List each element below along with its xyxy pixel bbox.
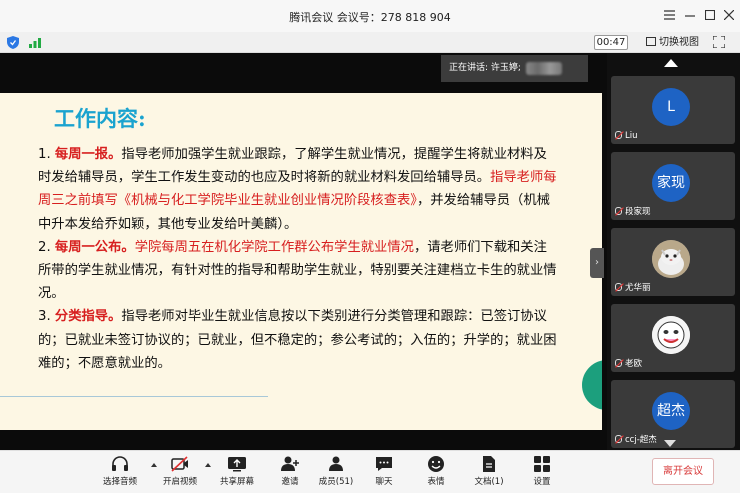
- add-user-icon: [281, 456, 299, 471]
- emoji-icon: [428, 456, 444, 472]
- mic-muted-icon: [615, 359, 622, 367]
- participant-name: 尤华丽: [625, 283, 651, 293]
- avatar: 家现: [652, 164, 690, 202]
- settings-button[interactable]: 设置: [528, 455, 556, 487]
- avatar: L: [652, 88, 690, 126]
- speaking-label: 正在讲话: 许玉婷;: [449, 63, 521, 73]
- shield-icon[interactable]: [7, 36, 19, 49]
- meeting-toolbar: 选择音频 开启视频 共享屏幕 邀请 成员(51) 聊天 表情 文档(1) 设置 …: [0, 450, 740, 493]
- mic-muted-icon: [615, 131, 622, 139]
- participant-tile[interactable]: 超杰 ccj-超杰: [611, 380, 735, 448]
- paragraph-heading: 每周一报。: [54, 147, 122, 162]
- scroll-up-icon[interactable]: [664, 59, 678, 67]
- maximize-button[interactable]: [700, 6, 720, 26]
- meeting-info-bar: 00:47 切换视图: [0, 32, 740, 53]
- window-title: 腾讯会议 会议号：278 818 904: [289, 11, 451, 24]
- chevron-right-icon: ›: [595, 257, 599, 268]
- mic-muted-icon: [615, 435, 622, 443]
- members-icon: [329, 456, 343, 471]
- scroll-down-icon[interactable]: [664, 440, 676, 447]
- emoji-button[interactable]: 表情: [422, 455, 450, 487]
- leave-meeting-button[interactable]: 离开会议: [652, 458, 714, 485]
- layout-icon: [646, 37, 656, 46]
- slide-paragraph-3: 3. 分类指导。指导老师对毕业生就业信息按以下类别进行分类管理和跟踪：已签订协议…: [38, 305, 558, 375]
- paragraph-highlight: 学院每周五在机化学院工作群公布学生就业情况: [134, 239, 414, 255]
- switch-view-label: 切换视图: [659, 37, 699, 48]
- speaking-indicator: 正在讲话: 许玉婷;: [441, 55, 588, 82]
- chat-icon: [376, 457, 392, 471]
- close-icon: [723, 9, 735, 21]
- paragraph-heading: 分类指导。: [54, 309, 122, 325]
- shared-screen: 正在讲话: 许玉婷; 工作内容: 1. 每周一报。指导老师加强学生就业跟踪，了解…: [0, 53, 607, 450]
- cartoon-face-icon: [652, 316, 690, 354]
- grid-settings-icon: [534, 456, 550, 472]
- emoji-label: 表情: [427, 477, 445, 487]
- slide-divider: [0, 396, 268, 397]
- invite-label: 邀请: [281, 477, 299, 487]
- members-button[interactable]: 成员(51): [318, 455, 354, 487]
- paragraph-number: 2.: [38, 239, 55, 255]
- headset-icon: [112, 456, 128, 471]
- video-options-caret-icon[interactable]: [205, 463, 211, 467]
- share-screen-icon: [228, 457, 246, 472]
- title-bar: 腾讯会议 会议号：278 818 904: [0, 0, 740, 32]
- participant-tile[interactable]: 老欧: [611, 304, 735, 372]
- signal-icon[interactable]: [29, 38, 41, 48]
- close-button[interactable]: [719, 6, 739, 26]
- participant-tile[interactable]: 尤华丽: [611, 228, 735, 296]
- avatar: 超杰: [652, 392, 690, 430]
- audio-label: 选择音频: [102, 477, 137, 487]
- window-menu-button[interactable]: [659, 6, 679, 26]
- members-label: 成员(51): [318, 477, 354, 487]
- blurred-name: [526, 62, 562, 75]
- slide-body: 1. 每周一报。指导老师加强学生就业跟踪，了解学生就业情况，提醒学生将就业材料及…: [38, 143, 558, 375]
- documents-label: 文档(1): [474, 477, 504, 487]
- fullscreen-icon[interactable]: [713, 36, 725, 48]
- share-screen-button[interactable]: 共享屏幕: [216, 455, 258, 487]
- paragraph-heading: 每周一公布。: [54, 239, 135, 255]
- avatar: [652, 240, 690, 278]
- slide-title: 工作内容:: [54, 106, 146, 131]
- participant-panel: L Liu 家现 段家现 尤华丽 老欧 超杰 ccj-超杰: [607, 53, 740, 450]
- chat-button[interactable]: 聊天: [370, 455, 398, 487]
- cat-photo-icon: [652, 240, 690, 278]
- share-screen-label: 共享屏幕: [219, 477, 254, 487]
- video-label: 开启视频: [162, 477, 197, 487]
- presentation-slide: 工作内容: 1. 每周一报。指导老师加强学生就业跟踪，了解学生就业情况，提醒学生…: [0, 93, 602, 430]
- documents-button[interactable]: 文档(1): [472, 455, 506, 487]
- settings-label: 设置: [533, 477, 551, 487]
- slide-decoration-circle: [582, 360, 602, 410]
- document-icon: [483, 456, 495, 472]
- meeting-timer: 00:47: [594, 35, 628, 50]
- paragraph-number: 1.: [38, 147, 55, 162]
- participant-name: 老欧: [625, 359, 643, 369]
- audio-options-caret-icon[interactable]: [151, 463, 157, 467]
- avatar: [652, 316, 690, 354]
- mic-muted-icon: [615, 283, 622, 291]
- video-button[interactable]: 开启视频: [160, 455, 200, 487]
- participant-tile[interactable]: 家现 段家现: [611, 152, 735, 220]
- camera-off-icon: [171, 456, 188, 472]
- collapse-panel-button[interactable]: ›: [590, 248, 604, 278]
- audio-button[interactable]: 选择音频: [100, 455, 140, 487]
- paragraph-number: 3.: [38, 309, 55, 325]
- participant-name: ccj-超杰: [625, 435, 657, 445]
- slide-paragraph-1: 1. 每周一报。指导老师加强学生就业跟踪，了解学生就业情况，提醒学生将就业材料及…: [38, 143, 558, 236]
- participant-name: Liu: [625, 131, 638, 141]
- hamburger-icon: [663, 10, 675, 20]
- switch-view-button[interactable]: 切换视图: [646, 35, 699, 50]
- invite-button[interactable]: 邀请: [276, 455, 304, 487]
- mic-muted-icon: [615, 207, 622, 215]
- participant-tile[interactable]: L Liu: [611, 76, 735, 144]
- minimize-button[interactable]: [680, 6, 700, 26]
- chat-label: 聊天: [375, 477, 393, 487]
- minimize-icon: [685, 15, 695, 17]
- slide-paragraph-2: 2. 每周一公布。学院每周五在机化学院工作群公布学生就业情况，请老师们下载和关注…: [38, 236, 558, 306]
- maximize-icon: [704, 9, 716, 21]
- participant-name: 段家现: [625, 207, 651, 217]
